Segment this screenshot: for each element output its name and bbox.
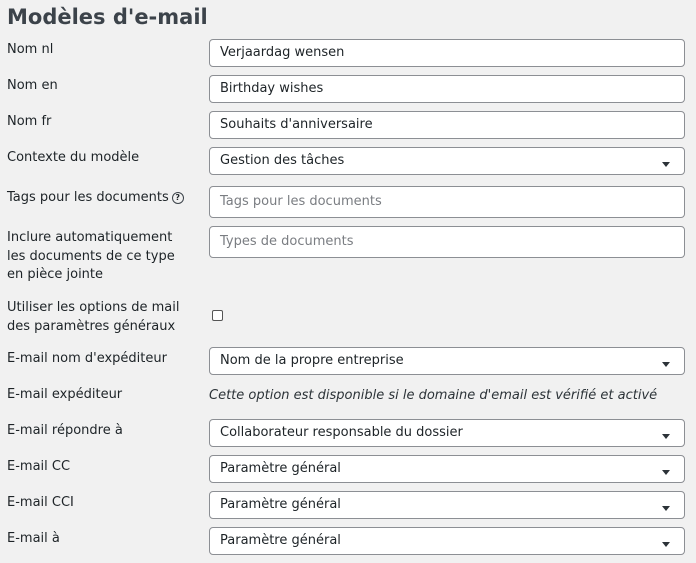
nom-nl-value: Verjaardag wensen xyxy=(220,45,345,60)
a-select[interactable]: Paramètre général xyxy=(209,527,685,555)
contexte-select[interactable]: Gestion des tâches xyxy=(209,147,685,175)
label-cc: E-mail CC xyxy=(7,459,71,474)
chevron-down-icon xyxy=(662,162,670,167)
label-expediteur-nom: E-mail nom d'expéditeur xyxy=(7,351,167,366)
label-nom-nl: Nom nl xyxy=(7,42,54,57)
cc-value: Paramètre général xyxy=(220,461,341,476)
question-circle-icon[interactable]: ? xyxy=(171,192,184,204)
nom-fr-input[interactable]: Souhaits d'anniversaire xyxy=(209,111,685,139)
cci-select[interactable]: Paramètre général xyxy=(209,491,685,519)
label-nom-fr: Nom fr xyxy=(7,114,52,129)
expediteur-nom-value: Nom de la propre entreprise xyxy=(220,353,404,368)
repondre-value: Collaborateur responsable du dossier xyxy=(220,425,463,440)
chevron-down-icon xyxy=(662,506,670,511)
chevron-down-icon xyxy=(662,542,670,547)
chevron-down-icon xyxy=(662,362,670,367)
types-documents-input[interactable]: Types de documents xyxy=(209,226,685,258)
chevron-down-icon xyxy=(662,434,670,439)
label-contexte: Contexte du modèle xyxy=(7,150,140,165)
contexte-value: Gestion des tâches xyxy=(220,153,345,168)
label-a: E-mail à xyxy=(7,531,60,546)
label-cci: E-mail CCI xyxy=(7,495,74,510)
page-title: Modèles d'e-mail xyxy=(7,5,208,29)
expediteur-nom-select[interactable]: Nom de la propre entreprise xyxy=(209,347,685,375)
label-repondre: E-mail répondre à xyxy=(7,423,123,438)
types-documents-placeholder: Types de documents xyxy=(220,234,354,249)
expediteur-note: Cette option est disponible si le domain… xyxy=(209,388,658,403)
label-tags: Tags pour les documents? xyxy=(7,189,197,208)
label-tags-text: Tags pour les documents xyxy=(7,190,169,205)
cci-value: Paramètre général xyxy=(220,497,341,512)
chevron-down-icon xyxy=(662,470,670,475)
tags-placeholder: Tags pour les documents xyxy=(220,194,382,209)
nom-fr-value: Souhaits d'anniversaire xyxy=(220,117,373,132)
nom-nl-input[interactable]: Verjaardag wensen xyxy=(209,39,685,67)
nom-en-value: Birthday wishes xyxy=(220,81,324,96)
nom-en-input[interactable]: Birthday wishes xyxy=(209,75,685,103)
label-utiliser: Utiliser les options de mail des paramèt… xyxy=(7,300,180,334)
tags-input[interactable]: Tags pour les documents xyxy=(209,186,685,218)
label-inclure: Inclure automatiquement les documents de… xyxy=(7,230,175,282)
utiliser-options-checkbox[interactable] xyxy=(212,310,223,321)
a-value: Paramètre général xyxy=(220,533,341,548)
cc-select[interactable]: Paramètre général xyxy=(209,455,685,483)
label-expediteur: E-mail expéditeur xyxy=(7,387,123,402)
label-nom-en: Nom en xyxy=(7,78,58,93)
repondre-select[interactable]: Collaborateur responsable du dossier xyxy=(209,419,685,447)
